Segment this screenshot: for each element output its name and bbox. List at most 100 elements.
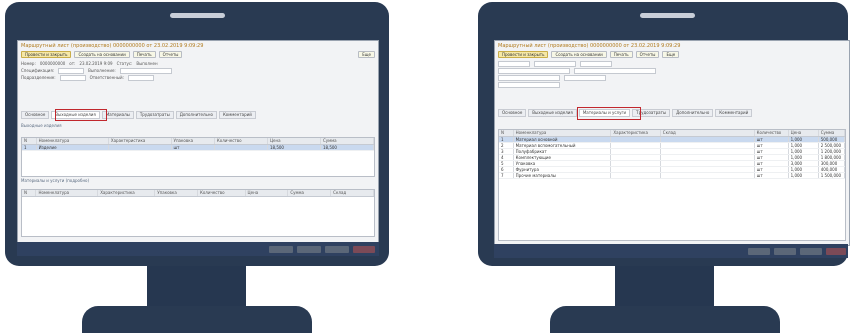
table-cell: Фурнитура bbox=[514, 167, 612, 172]
column-header[interactable]: N bbox=[22, 190, 37, 196]
number-field[interactable] bbox=[498, 61, 530, 67]
column-header[interactable]: Характеристика bbox=[109, 138, 172, 144]
header-row-4 bbox=[498, 82, 560, 88]
status-field[interactable] bbox=[580, 61, 612, 67]
table-cell: 500,000 bbox=[819, 137, 845, 142]
tab-additional[interactable]: Дополнительно bbox=[175, 111, 217, 119]
tab-comment[interactable]: Комментарий bbox=[218, 111, 256, 119]
column-header[interactable]: Цена bbox=[246, 190, 289, 196]
right-monitor-base bbox=[550, 306, 780, 333]
header-row-1 bbox=[498, 61, 612, 67]
table-header: N Номенклатура Характеристика Склад Коли… bbox=[499, 130, 845, 137]
table-cell bbox=[611, 143, 661, 148]
resp-field[interactable] bbox=[564, 75, 606, 81]
print-button[interactable]: Печать bbox=[609, 51, 633, 58]
column-header[interactable]: Количество bbox=[755, 130, 789, 136]
column-header[interactable]: Количество bbox=[198, 190, 246, 196]
table-cell: Комплектующие bbox=[514, 155, 612, 160]
table-cell bbox=[661, 143, 755, 148]
left-monitor-base bbox=[82, 306, 312, 333]
taskbar-button[interactable] bbox=[748, 248, 770, 255]
table-row[interactable]: 7 Прочие материалы шт 1,000 1 500,000 bbox=[499, 173, 845, 179]
table-header: N Номенклатура Характеристика Упаковка К… bbox=[22, 190, 374, 197]
right-monitor: Маршрутный лист (производство) 000000000… bbox=[440, 0, 853, 333]
dept-label: Подразделение: bbox=[21, 75, 56, 80]
tab-additional[interactable]: Дополнительно bbox=[672, 109, 714, 117]
table-cell: шт bbox=[755, 161, 789, 166]
column-header[interactable]: Количество bbox=[215, 138, 268, 144]
period-field[interactable] bbox=[574, 68, 656, 74]
column-header[interactable]: Сумма bbox=[819, 130, 845, 136]
table-cell: 4 bbox=[499, 155, 514, 160]
create-based-button[interactable]: Создать на основании bbox=[551, 51, 607, 58]
more-button[interactable]: Еще bbox=[358, 51, 375, 58]
period-field[interactable] bbox=[119, 68, 172, 74]
dept-field[interactable] bbox=[498, 75, 560, 81]
column-header[interactable]: Характеристика bbox=[611, 130, 661, 136]
column-header[interactable]: N bbox=[22, 138, 37, 144]
table-cell bbox=[661, 155, 755, 160]
table-header: N Номенклатура Характеристика Упаковка К… bbox=[22, 138, 375, 145]
table-cell: Прочие материалы bbox=[514, 173, 612, 178]
resp-label: Ответственный: bbox=[89, 75, 124, 80]
column-header[interactable]: Сумма bbox=[321, 138, 375, 144]
print-button[interactable]: Печать bbox=[132, 51, 156, 58]
spec-label: Спецификация: bbox=[21, 68, 55, 73]
tab-labor[interactable]: Трудозатраты bbox=[135, 111, 174, 119]
tab-main[interactable]: Основное bbox=[21, 111, 50, 119]
column-header[interactable]: Склад bbox=[331, 190, 374, 196]
table-cell: 5 bbox=[499, 161, 514, 166]
table-cell: шт bbox=[755, 155, 789, 160]
reports-button[interactable]: Отчеты bbox=[158, 51, 183, 58]
table-cell: шт bbox=[755, 173, 789, 178]
extra-field[interactable] bbox=[498, 82, 560, 88]
column-header[interactable]: Номенклатура bbox=[36, 190, 99, 196]
column-header[interactable]: Характеристика bbox=[98, 190, 156, 196]
tab-main[interactable]: Основное bbox=[498, 109, 527, 117]
post-and-close-button[interactable]: Провести и закрыть bbox=[498, 51, 549, 58]
more-button[interactable]: Еще bbox=[662, 51, 680, 58]
table-cell: 2 500,000 bbox=[819, 143, 845, 148]
table-cell: 1,000 bbox=[789, 167, 819, 172]
resp-field[interactable] bbox=[127, 75, 154, 81]
column-header[interactable]: Упаковка bbox=[172, 138, 215, 144]
left-monitor: Маршрутный лист (производство) 000000000… bbox=[0, 0, 420, 333]
column-header[interactable]: N bbox=[499, 130, 514, 136]
tab-comment[interactable]: Комментарий bbox=[715, 109, 753, 117]
dept-field[interactable] bbox=[59, 75, 86, 81]
taskbar-button[interactable] bbox=[774, 248, 796, 255]
table-cell: Изделие bbox=[37, 145, 109, 150]
taskbar-button[interactable] bbox=[269, 246, 293, 253]
column-header[interactable]: Цена bbox=[789, 130, 819, 136]
column-header[interactable]: Сумма bbox=[288, 190, 332, 196]
table-row[interactable]: 1 Изделие шт 18,500 18,500 bbox=[22, 145, 375, 151]
spec-field[interactable] bbox=[58, 68, 85, 74]
taskbar-button[interactable] bbox=[826, 248, 846, 255]
table-cell bbox=[611, 167, 661, 172]
column-header[interactable]: Номенклатура bbox=[514, 130, 612, 136]
column-header[interactable]: Склад bbox=[661, 130, 755, 136]
tab-output-products[interactable]: Выходные изделия bbox=[528, 109, 577, 117]
spec-field[interactable] bbox=[498, 68, 570, 74]
taskbar-button[interactable] bbox=[297, 246, 321, 253]
create-based-button[interactable]: Создать на основании bbox=[74, 51, 130, 58]
taskbar-button[interactable] bbox=[353, 246, 375, 253]
status-value: Выполнен bbox=[136, 61, 158, 66]
taskbar-button[interactable] bbox=[800, 248, 822, 255]
table-cell: 1,000 bbox=[789, 155, 819, 160]
date-field[interactable] bbox=[534, 61, 576, 67]
table-cell bbox=[661, 137, 755, 142]
post-and-close-button[interactable]: Провести и закрыть bbox=[21, 51, 72, 58]
table-cell: 1 bbox=[499, 137, 514, 142]
table-cell: 300,000 bbox=[819, 161, 845, 166]
document-tabs: Основное Выходные изделия Материалы и ус… bbox=[498, 109, 846, 117]
column-header[interactable]: Номенклатура bbox=[37, 138, 109, 144]
column-header[interactable]: Цена bbox=[268, 138, 321, 144]
column-header[interactable]: Упаковка bbox=[155, 190, 198, 196]
taskbar bbox=[17, 242, 379, 256]
reports-button[interactable]: Отчеты bbox=[635, 51, 660, 58]
number-label: Номер: bbox=[21, 61, 36, 66]
taskbar-button[interactable] bbox=[325, 246, 349, 253]
toolbar: Провести и закрыть Создать на основании … bbox=[498, 51, 846, 58]
header-row-3 bbox=[498, 75, 606, 81]
